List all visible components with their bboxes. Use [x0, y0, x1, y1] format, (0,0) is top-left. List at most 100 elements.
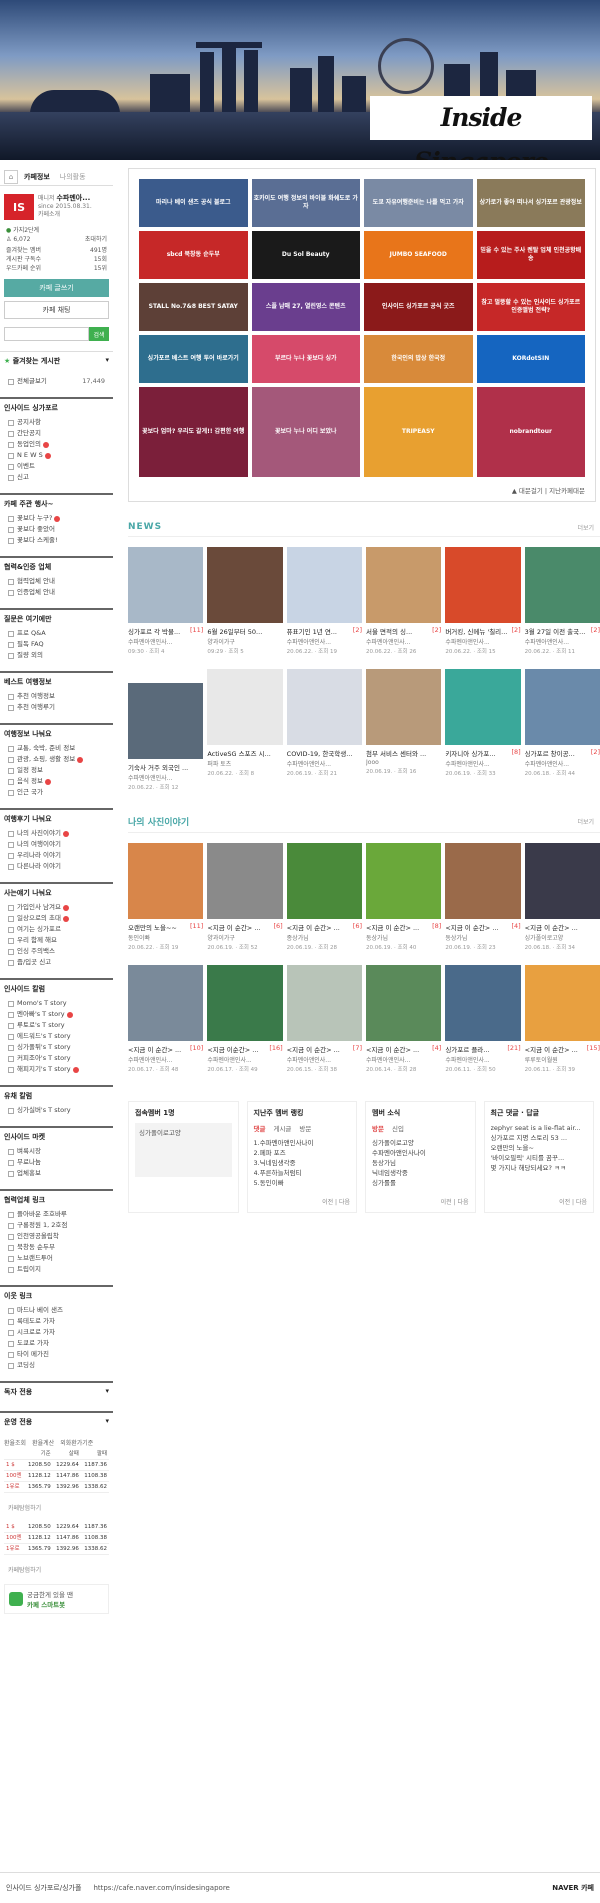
news-item[interactable]: 기숙사 거주 외국인 ... 수파멘아앤인사... 20.06.22. · 조회 1… [128, 683, 204, 791]
menu-item[interactable]: 마드나 베이 샌즈 [0, 1305, 113, 1316]
menu-section-title[interactable]: 이웃 링크 [0, 1285, 113, 1305]
news-item-title[interactable]: COVID-19, 한국학생... [287, 748, 353, 758]
photos-item[interactable]: <지금 이 순간> ... [15] 루루토이월원 20.06.11. · 조회 39 [524, 965, 600, 1073]
ad-banner[interactable]: 인사이드 싱가포르 공식 굿즈 [364, 283, 473, 331]
ranking-item[interactable]: 1.수파멘아앤인사나이 [254, 1138, 351, 1148]
photos-item-author[interactable]: 루루토이월원 [525, 1055, 600, 1064]
photos-item-title[interactable]: <지금 이 순간> ... [445, 922, 498, 932]
menu-item[interactable]: 다른나라 이야기 [0, 861, 113, 872]
news-item[interactable]: ActiveSG 스포즈 시... 퍼파 토츠 20.06.22. · 조회 8 [207, 669, 283, 791]
news-item[interactable]: 서울 면적의 싱... [2] 수파멘아앤인사... 20.06.22. · 조회 2… [366, 547, 442, 655]
menu-section-title[interactable]: 인사이드 싱가포르 [0, 397, 113, 417]
photos-item-title[interactable]: <지금 이순간> ... [207, 1044, 258, 1054]
ad-banner[interactable]: 마리나 베이 샌즈 공식 블로그 [139, 179, 248, 227]
menu-item[interactable]: 동업인의 [0, 439, 113, 450]
menu-item[interactable]: 우리나라 이야기 [0, 850, 113, 861]
ad-banner[interactable]: 싱가포르 베스트 여행 투어 바로가기 [139, 335, 248, 383]
photos-item-author[interactable]: 수파멘아앤인사... [287, 1055, 362, 1064]
menu-item[interactable]: 관광, 쇼핑, 생활 정보 [0, 754, 113, 765]
news-title[interactable]: NEWS [128, 522, 162, 532]
ad-banner[interactable]: 꽃보다 누나 어디 보았나 [251, 387, 360, 477]
news-item[interactable]: 키자니아 싱가포... [8] 수파멘아앤인사... 20.06.19. · 조회 3… [445, 669, 521, 791]
news-item-title[interactable]: 서울 면적의 싱... [366, 626, 412, 636]
menu-section-title[interactable]: 카페 주관 행사~ [0, 493, 113, 513]
prev-button[interactable]: 이전 [441, 1199, 452, 1206]
photos-item[interactable]: <지금 이 순간> ... [10] 수파멘아앤인사... 20.06.17. · 조… [128, 965, 204, 1073]
news-item-author[interactable]: 양과이가구 [207, 637, 282, 646]
stat-row[interactable]: 우드카페 순위 15위 [0, 264, 113, 273]
naver-cafe-logo[interactable]: NAVER 카페 [552, 1883, 594, 1893]
menu-item[interactable]: 일상으로의 초대 [0, 913, 113, 924]
news-item-author[interactable]: 수파멘아앤인사... [128, 773, 203, 782]
news-item[interactable]: COVID-19, 한국학생... 수파멘아앤인사... 20.06.19. · 조… [286, 669, 362, 791]
photos-item[interactable]: <지금 이 순간> ... [4] 수파멘아앤인사... 20.06.14. · 조회… [366, 965, 442, 1073]
photos-item-title[interactable]: <지금 이 순간> ... [525, 922, 578, 932]
news-item-title[interactable]: 6월 26일부터 50... [207, 626, 262, 636]
news-item-title[interactable]: 기숙사 거주 외국인 ... [128, 762, 188, 772]
ad-banner[interactable]: TRIPEASY [364, 387, 473, 477]
menu-item[interactable]: 나의 사진이야기 [0, 828, 113, 839]
menu-item[interactable]: 교통, 숙박, 준비 정보 [0, 743, 113, 754]
menu-item[interactable]: 싱가폴튀's T story [0, 1042, 113, 1053]
rate-caption-2[interactable]: 카페탐험하기 [8, 1565, 105, 1574]
ad-banner[interactable]: JUMBO SEAFOOD [364, 231, 473, 279]
tab-cafe-info[interactable]: 카페정보 [24, 172, 50, 182]
widget-tab[interactable]: 게시글 [273, 1123, 291, 1133]
menu-item[interactable]: 룩테도로 가자 [0, 1316, 113, 1327]
news-item-title[interactable]: ActiveSG 스포즈 시... [207, 748, 271, 758]
menu-item[interactable]: 여기는 싱가포르 [0, 924, 113, 935]
menu-item[interactable]: 플아바운 조호바루 [0, 1209, 113, 1220]
stat-row[interactable]: 게시판 구독수 15회 [0, 255, 113, 264]
news-item[interactable]: 첨부 서비스 센터와 ... Jooo 20.06.19. · 조회 16 [366, 669, 442, 791]
news-item[interactable]: 버거킹, 신메뉴 '칠리... [2] 수파멘아앤인사... 20.06.22. · … [445, 547, 521, 655]
photos-item[interactable]: <지금 이 순간> ... 싱가폴이로고양 20.06.18. · 조회 34 [524, 843, 600, 951]
photos-item-title[interactable]: <지금 이 순간> ... [525, 1044, 578, 1054]
recent-comment-item[interactable]: '바이오필릭' 시티를 꿈꾸... [491, 1153, 588, 1163]
news-item-author[interactable]: 수파멘아앤인사... [525, 637, 600, 646]
news-item[interactable]: 6월 26일부터 50... 양과이가구 09:29 · 조회 5 [207, 547, 283, 655]
invite-link[interactable]: 초대하기 [85, 235, 107, 244]
menu-section-title[interactable]: 여행후기 나눠요 [0, 808, 113, 828]
photos-item-title[interactable]: <지금 이 순간> ... [287, 1044, 340, 1054]
menu-section-title[interactable]: 협력업체 링크 [0, 1189, 113, 1209]
photos-thumbnail[interactable] [366, 965, 442, 1041]
news-thumbnail[interactable] [445, 669, 521, 745]
prev-button[interactable]: 이전 [559, 1199, 570, 1206]
menu-item[interactable]: 인천영공올립착 [0, 1231, 113, 1242]
cafe-chat-button[interactable]: 카페 채팅 [4, 301, 109, 319]
menu-item[interactable]: 시크로로 가자 [0, 1327, 113, 1338]
photos-thumbnail[interactable] [445, 843, 521, 919]
photos-item-title[interactable]: <지금 이 순간> ... [366, 1044, 419, 1054]
menu-section-title[interactable]: 인사이드 칼럼 [0, 978, 113, 998]
photos-thumbnail[interactable] [366, 843, 442, 919]
photos-item[interactable]: 싱가포르 플라... [21] 수파멘아앤인사... 20.06.11. · 조회 5… [445, 965, 521, 1073]
news-item-author[interactable]: Jooo [366, 759, 441, 766]
news-thumbnail[interactable] [445, 547, 521, 623]
photos-item-author[interactable]: 수파멘아앤인사... [366, 1055, 441, 1064]
menu-item[interactable]: 북창동 순두부 [0, 1242, 113, 1253]
ad-banner[interactable]: 부르다 누나 꽃보다 싱가 [251, 335, 360, 383]
photos-item-title[interactable]: <지금 이 순간> ... [287, 922, 340, 932]
photos-thumbnail[interactable] [207, 965, 283, 1041]
news-item[interactable]: 싱가포르 각 박물... [11] 수파멘아앤인사... 09:30 · 조회 4 [128, 547, 204, 655]
recent-comment-item[interactable]: 몇 가지나 해당되세요? ㅋㅋ [491, 1163, 588, 1173]
menu-item[interactable]: 우리 함께 해요 [0, 935, 113, 946]
news-item-author[interactable]: 수파멘아앤인사... [128, 637, 203, 646]
menu-item[interactable]: 멘아빠's T story [0, 1009, 113, 1020]
menu-item[interactable]: 나의 여행이야기 [0, 839, 113, 850]
menu-item[interactable]: 커피조아's T story [0, 1053, 113, 1064]
news-item-author[interactable]: 수파멘아앤인사... [445, 637, 520, 646]
cafe-name[interactable]: 인사이드 싱가포르/싱가폴 [6, 1883, 81, 1893]
photos-item[interactable]: <지금 이순간> ... [16] 수파멘아앤인사... 20.06.17. · 조회… [207, 965, 283, 1073]
news-thumbnail[interactable] [207, 669, 283, 745]
ad-banner[interactable]: 꽃보다 엄마? 우리도 갈게!! 감편한 여행 [139, 387, 248, 477]
widget-tab[interactable]: 방문 [372, 1123, 384, 1133]
member-news-item[interactable]: 동상가님 [372, 1158, 469, 1168]
menu-item[interactable]: 줍/입곳 신고 [0, 957, 113, 968]
cafe-intro-link[interactable]: 카페소개 [38, 211, 92, 219]
photos-thumbnail[interactable] [524, 843, 600, 919]
widget-tab[interactable]: 신입 [392, 1123, 404, 1133]
menu-section-title[interactable]: 유채 칼럼 [0, 1085, 113, 1105]
photos-item-author[interactable]: 동인이빠 [128, 933, 203, 942]
news-thumbnail[interactable] [286, 547, 362, 623]
